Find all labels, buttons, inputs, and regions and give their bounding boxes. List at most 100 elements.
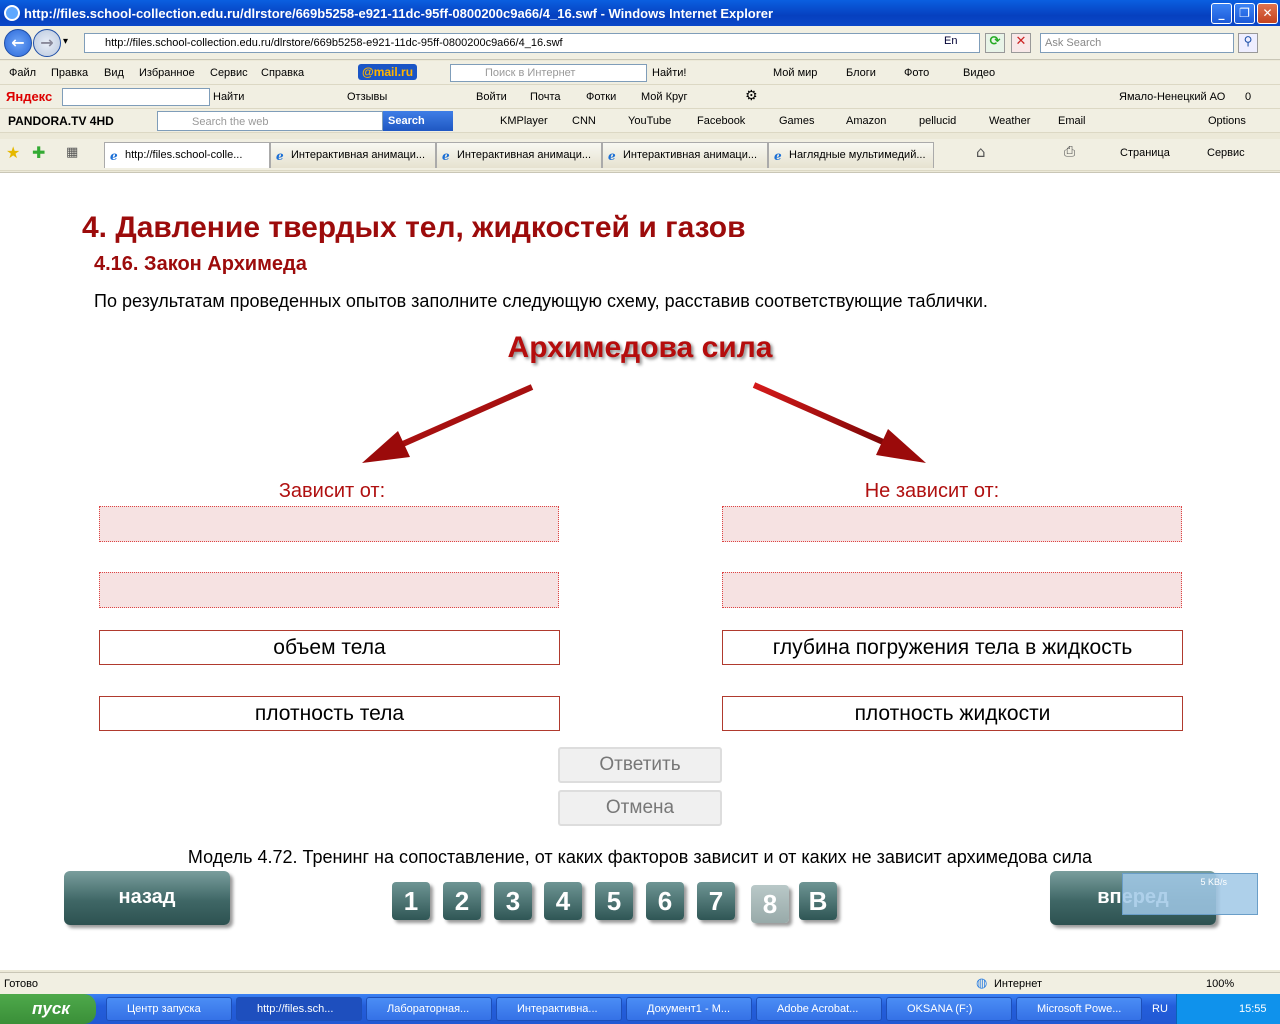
drop-slot-left-2[interactable] <box>99 572 559 608</box>
title-bar: http://files.school-collection.edu.ru/dl… <box>0 0 1280 26</box>
yandex-logo[interactable]: Яндекс <box>6 89 52 104</box>
language-bar[interactable]: RU <box>1152 1003 1168 1015</box>
menu-help[interactable]: Справка <box>261 67 304 79</box>
menu-edit[interactable]: Правка <box>51 67 88 79</box>
video-link[interactable]: Видео <box>963 67 995 79</box>
mailru-find-button[interactable]: Найти! <box>652 67 686 79</box>
tab-label: Интерактивная анимаци... <box>291 149 426 161</box>
tab-active[interactable]: http://files.school-colle... <box>104 142 270 168</box>
page-button-2[interactable]: 2 <box>443 882 481 920</box>
drop-slot-left-1[interactable] <box>99 506 559 542</box>
back-button[interactable]: ← <box>4 29 32 57</box>
weather-link[interactable]: Weather <box>989 115 1030 127</box>
page-menu[interactable]: Страница <box>1120 147 1170 159</box>
tab-3[interactable]: Интерактивная анимаци... <box>436 142 602 168</box>
page-button-b[interactable]: В <box>799 882 837 920</box>
pellucid-link[interactable]: pellucid <box>919 115 956 127</box>
page-button-7[interactable]: 7 <box>697 882 735 920</box>
page-button-3[interactable]: 3 <box>494 882 532 920</box>
address-input[interactable]: http://files.school-collection.edu.ru/dl… <box>84 33 980 53</box>
task-label: Microsoft Powe... <box>1037 1003 1122 1015</box>
network-speed-widget: 5 KB/s <box>1122 873 1258 915</box>
ask-search-input[interactable]: Ask Search <box>1040 33 1234 53</box>
refresh-icon[interactable]: ⟳ <box>985 33 1005 53</box>
task-label: Лабораторная... <box>387 1003 470 1015</box>
yandex-login-link[interactable]: Войти <box>476 91 507 103</box>
task-launch-center[interactable]: Центр запуска <box>106 997 232 1021</box>
games-link[interactable]: Games <box>779 115 814 127</box>
yandex-search-input[interactable] <box>62 88 210 106</box>
task-ie-active[interactable]: http://files.sch... <box>236 997 362 1021</box>
task-word[interactable]: Документ1 - М... <box>626 997 752 1021</box>
tools-menu[interactable]: Сервис <box>1207 147 1245 159</box>
drop-slot-right-2[interactable] <box>722 572 1182 608</box>
start-button[interactable]: пуск <box>0 994 96 1024</box>
favorites-star-icon[interactable]: ★ <box>6 143 20 162</box>
stop-icon[interactable]: ✕ <box>1011 33 1031 53</box>
my-world-link[interactable]: Мой мир <box>773 67 817 79</box>
tab-label: Интерактивная анимаци... <box>623 149 758 161</box>
pandora-search-button[interactable]: Search <box>383 111 453 131</box>
task-acrobat[interactable]: Adobe Acrobat... <box>756 997 882 1021</box>
yandex-find-button[interactable]: Найти <box>213 91 244 103</box>
kmplayer-link[interactable]: KMPlayer <box>500 115 548 127</box>
cnn-link[interactable]: CNN <box>572 115 596 127</box>
card-body-density[interactable]: плотность тела <box>99 696 560 731</box>
task-drive-f[interactable]: OKSANA (F:) <box>886 997 1012 1021</box>
options-link[interactable]: Options <box>1208 115 1246 127</box>
mailru-search-input[interactable]: Поиск в Интернет <box>450 64 647 82</box>
yandex-photos-link[interactable]: Фотки <box>586 91 616 103</box>
print-icon[interactable]: ⎙ <box>1064 144 1075 160</box>
reviews-link[interactable]: Отзывы <box>347 91 387 103</box>
tab-5[interactable]: Наглядные мультимедий... <box>768 142 934 168</box>
task-lab[interactable]: Лабораторная... <box>366 997 492 1021</box>
forward-button[interactable]: → <box>33 29 61 57</box>
task-powerpoint[interactable]: Microsoft Powe... <box>1016 997 1142 1021</box>
tab-label: Наглядные мультимедий... <box>789 149 926 161</box>
amazon-link[interactable]: Amazon <box>846 115 886 127</box>
facebook-link[interactable]: Facebook <box>697 115 745 127</box>
minimize-button[interactable]: _ <box>1211 3 1232 24</box>
not-depends-on-header: Не зависит от: <box>864 480 1000 502</box>
add-favorites-icon[interactable]: ✚ <box>32 143 45 162</box>
page-button-1[interactable]: 1 <box>392 882 430 920</box>
menu-view[interactable]: Вид <box>104 67 124 79</box>
pandora-search-input[interactable]: Search the web <box>157 111 383 131</box>
zoom-level[interactable]: 100% <box>1206 978 1234 990</box>
page-button-6[interactable]: 6 <box>646 882 684 920</box>
task-interactive[interactable]: Интерактивна... <box>496 997 622 1021</box>
system-tray: 15:55 <box>1176 994 1280 1024</box>
email-link[interactable]: Email <box>1058 115 1086 127</box>
card-liquid-density[interactable]: плотность жидкости <box>722 696 1183 731</box>
history-dropdown-icon[interactable]: ▾ <box>63 36 68 47</box>
card-immersion-depth[interactable]: глубина погружения тела в жидкость <box>722 630 1183 665</box>
youtube-link[interactable]: YouTube <box>628 115 671 127</box>
maximize-button[interactable]: ❐ <box>1234 3 1255 24</box>
blogs-link[interactable]: Блоги <box>846 67 876 79</box>
page-button-4[interactable]: 4 <box>544 882 582 920</box>
menu-file[interactable]: Файл <box>9 67 36 79</box>
cancel-button[interactable]: Отмена <box>558 790 722 826</box>
tab-4[interactable]: Интерактивная анимаци... <box>602 142 768 168</box>
tab-2[interactable]: Интерактивная анимаци... <box>270 142 436 168</box>
back-nav-button[interactable]: назад <box>64 871 230 925</box>
mailru-logo[interactable]: @mail.ru <box>358 64 418 80</box>
pandora-logo[interactable]: PANDORA.TV 4HD <box>8 114 114 128</box>
card-body-volume[interactable]: объем тела <box>99 630 560 665</box>
photo-link[interactable]: Фото <box>904 67 929 79</box>
my-circle-link[interactable]: Мой Круг <box>641 91 688 103</box>
drop-slot-right-1[interactable] <box>722 506 1182 542</box>
yandex-bar: Яндекс Найти Отзывы Войти Почта Фотки Мо… <box>0 85 1280 109</box>
gear-icon[interactable]: ⚙ <box>745 88 758 104</box>
close-button[interactable]: ✕ <box>1257 3 1278 24</box>
home-icon[interactable]: ⌂ <box>976 143 986 161</box>
menu-favorites[interactable]: Избранное <box>139 67 195 79</box>
page-button-8-current[interactable]: 8 <box>751 885 789 923</box>
search-icon[interactable]: ⚲ <box>1238 33 1258 53</box>
page-button-5[interactable]: 5 <box>595 882 633 920</box>
menu-tools[interactable]: Сервис <box>210 67 248 79</box>
region-label: Ямало-Ненецкий АО <box>1119 91 1226 103</box>
yandex-mail-link[interactable]: Почта <box>530 91 561 103</box>
quick-tabs-icon[interactable]: ▦ <box>66 145 78 160</box>
answer-button[interactable]: Ответить <box>558 747 722 783</box>
